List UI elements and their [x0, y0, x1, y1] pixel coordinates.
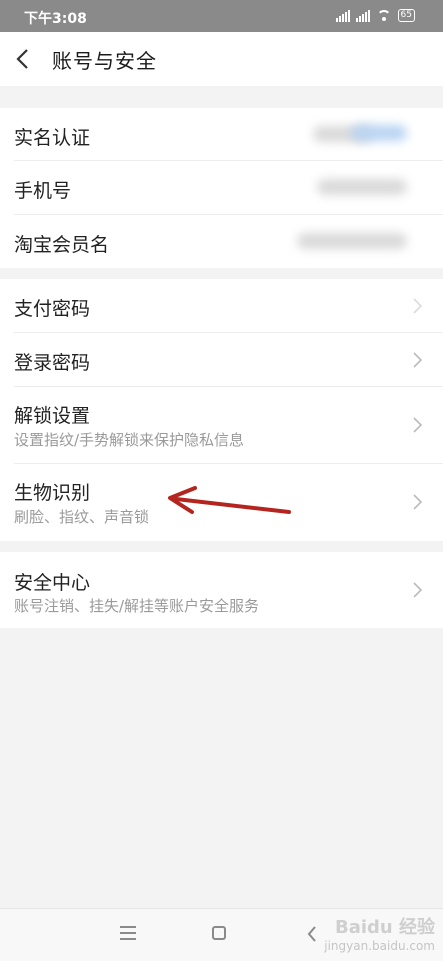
blurred-value: [297, 233, 407, 249]
signal-icon: [335, 9, 350, 22]
row-label: 登录密码: [14, 352, 91, 374]
blurred-value: [317, 179, 407, 195]
wifi-icon: [376, 9, 392, 22]
status-bar: 下午3:08 65: [0, 0, 443, 32]
back-chevron-icon[interactable]: [306, 925, 318, 943]
chevron-right-icon: [413, 494, 423, 510]
row-subtitle: 设置指纹/手势解锁来保护隐私信息: [14, 431, 245, 449]
row-label: 安全中心: [14, 572, 91, 594]
back-arrow-icon[interactable]: [14, 48, 34, 70]
row-label: 支付密码: [14, 298, 91, 320]
nav-header: 账号与安全: [0, 32, 443, 86]
row-label: 淘宝会员名: [14, 234, 110, 256]
row-subtitle: 刷脸、指纹、声音锁: [14, 508, 150, 526]
system-nav-bar: Baidu 经验 jingyan.baidu.com: [0, 908, 443, 961]
row-security-center[interactable]: 安全中心 账号注销、挂失/解挂等账户安全服务: [0, 552, 443, 628]
row-pay-password[interactable]: 支付密码: [0, 279, 443, 333]
chevron-right-icon: [413, 298, 423, 314]
status-icons: 65: [335, 9, 415, 22]
row-taobao-name[interactable]: 淘宝会员名: [0, 215, 443, 268]
row-label: 解锁设置: [14, 405, 91, 427]
blurred-badge: [351, 125, 407, 141]
chevron-right-icon: [413, 417, 423, 433]
home-square-icon[interactable]: [212, 926, 226, 940]
row-login-password[interactable]: 登录密码: [0, 333, 443, 387]
chevron-right-icon: [413, 352, 423, 368]
row-phone[interactable]: 手机号: [0, 161, 443, 215]
signal-icon-2: [355, 9, 370, 22]
watermark-brand: Baidu 经验: [334, 917, 435, 938]
row-subtitle: 账号注销、挂失/解挂等账户安全服务: [14, 597, 260, 615]
page-title: 账号与安全: [52, 49, 157, 73]
row-unlock-settings[interactable]: 解锁设置 设置指纹/手势解锁来保护隐私信息: [0, 387, 443, 464]
password-group: 支付密码 登录密码 解锁设置 设置指纹/手势解锁来保护隐私信息 生物识别 刷脸、…: [0, 279, 443, 541]
watermark: Baidu 经验 jingyan.baidu.com: [324, 913, 435, 953]
account-info-group: 实名认证 手机号 淘宝会员名: [0, 108, 443, 268]
row-label: 手机号: [14, 180, 72, 202]
status-time: 下午3:08: [24, 11, 87, 27]
battery-icon: 65: [397, 9, 415, 22]
watermark-url: jingyan.baidu.com: [324, 939, 435, 953]
row-biometrics[interactable]: 生物识别 刷脸、指纹、声音锁: [0, 464, 443, 541]
menu-icon[interactable]: [120, 926, 136, 944]
chevron-right-icon: [413, 582, 423, 598]
security-center-group: 安全中心 账号注销、挂失/解挂等账户安全服务: [0, 552, 443, 628]
row-label: 实名认证: [14, 127, 91, 149]
row-real-name[interactable]: 实名认证: [0, 108, 443, 161]
row-label: 生物识别: [14, 482, 91, 504]
